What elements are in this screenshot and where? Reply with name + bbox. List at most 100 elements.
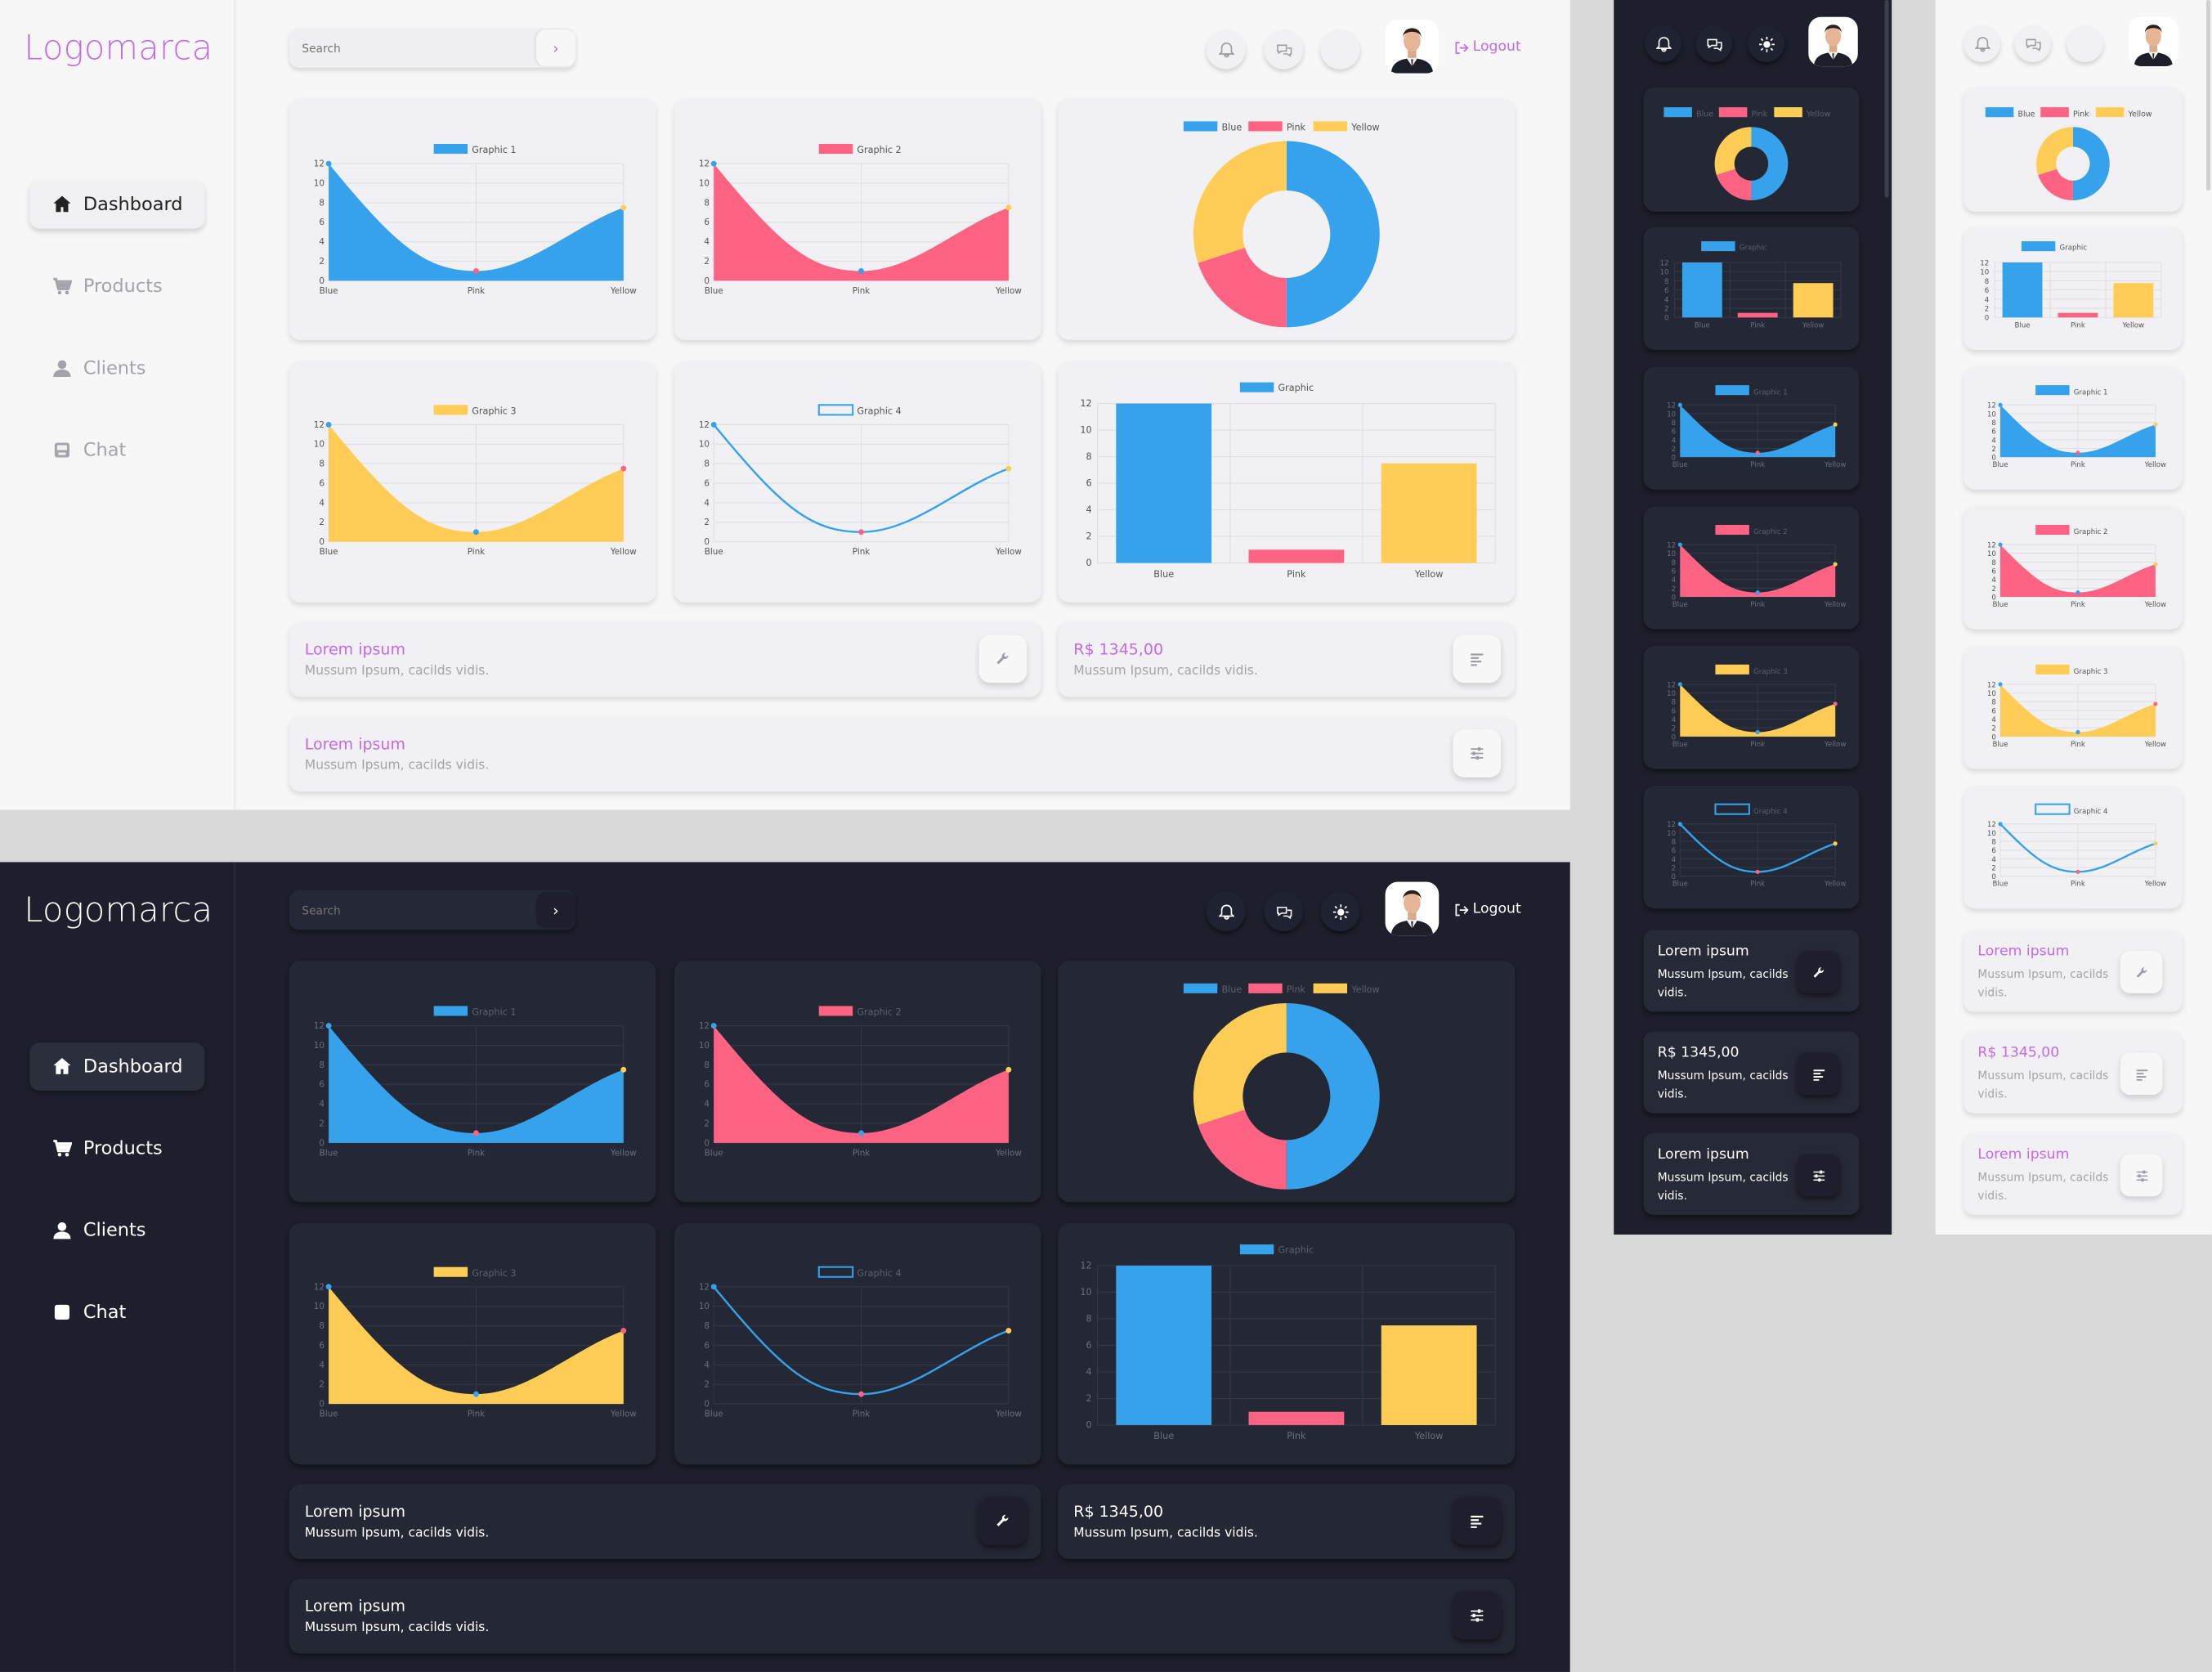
data-point[interactable] (1755, 729, 1760, 735)
data-point[interactable] (1755, 869, 1760, 874)
messages-button[interactable] (1695, 25, 1733, 62)
pie-slice-yellow[interactable] (1193, 141, 1287, 263)
bar-yellow[interactable] (1381, 1325, 1477, 1425)
data-point[interactable] (858, 1130, 864, 1136)
data-point[interactable] (325, 1023, 332, 1029)
legend-swatch[interactable] (818, 144, 853, 155)
legend-swatch[interactable] (2095, 107, 2125, 118)
legend-swatch[interactable] (817, 1266, 854, 1278)
info-card-action-button[interactable] (1453, 729, 1502, 778)
data-point[interactable] (2153, 841, 2158, 846)
legend-swatch[interactable] (1183, 121, 1218, 132)
avatar[interactable] (2129, 16, 2178, 67)
pie-slice-blue[interactable] (1751, 127, 1789, 201)
data-point[interactable] (1677, 822, 1682, 827)
bar-pink[interactable] (1248, 1411, 1345, 1425)
messages-button[interactable] (1264, 891, 1304, 931)
data-point[interactable] (2153, 562, 2158, 567)
info-card-action-button[interactable] (2120, 1154, 2163, 1197)
data-point[interactable] (1833, 422, 1838, 427)
data-point[interactable] (1677, 542, 1682, 547)
sidebar-item-chat[interactable]: Chat (29, 1289, 204, 1337)
bar-pink[interactable] (1737, 312, 1778, 318)
data-point[interactable] (2075, 450, 2080, 455)
bar-yellow[interactable] (1793, 283, 1834, 318)
theme-toggle-button[interactable] (2066, 25, 2104, 62)
legend-swatch[interactable] (1248, 121, 1283, 132)
bar-blue[interactable] (2002, 262, 2043, 318)
bar-yellow[interactable] (2113, 283, 2154, 318)
scrollbar[interactable] (2205, 0, 2211, 191)
sidebar-item-chat[interactable]: Chat (29, 426, 204, 474)
avatar[interactable] (1385, 20, 1440, 74)
data-point[interactable] (2075, 869, 2080, 874)
data-point[interactable] (1998, 402, 2003, 407)
notifications-button[interactable] (1645, 25, 1682, 62)
pie-slice-yellow[interactable] (1193, 1002, 1287, 1126)
legend-swatch[interactable] (2035, 385, 2070, 396)
data-point[interactable] (710, 421, 717, 428)
info-card-action-button[interactable] (1797, 951, 1840, 993)
search-input[interactable] (289, 903, 530, 917)
pie-slice-blue[interactable] (2072, 127, 2110, 201)
avatar[interactable] (1385, 881, 1440, 936)
data-point[interactable] (325, 160, 332, 167)
bar-blue[interactable] (1116, 403, 1212, 563)
legend-swatch[interactable] (2040, 107, 2069, 118)
scrollbar[interactable] (1884, 0, 1889, 198)
logout-link[interactable]: Logout (1454, 902, 1521, 917)
info-card-action-button[interactable] (2120, 951, 2163, 993)
theme-toggle-button[interactable] (1320, 891, 1360, 931)
theme-toggle-button[interactable] (1748, 25, 1785, 62)
legend-swatch[interactable] (433, 1266, 468, 1277)
legend-swatch[interactable] (2021, 241, 2056, 252)
legend-swatch[interactable] (433, 405, 468, 415)
data-point[interactable] (858, 268, 864, 274)
legend-swatch[interactable] (1715, 664, 1749, 675)
data-point[interactable] (710, 1023, 717, 1029)
bar-yellow[interactable] (1381, 463, 1477, 563)
legend-swatch[interactable] (1183, 983, 1218, 993)
legend-swatch[interactable] (2035, 664, 2070, 675)
data-point[interactable] (1833, 562, 1838, 567)
sidebar-item-dashboard[interactable]: Dashboard (29, 1042, 205, 1091)
messages-button[interactable] (2014, 25, 2052, 62)
legend-swatch[interactable] (1663, 107, 1692, 118)
legend-swatch[interactable] (1714, 803, 1750, 815)
info-card-action-button[interactable] (1797, 1154, 1840, 1197)
pie-slice-pink[interactable] (1198, 1109, 1287, 1190)
info-card-action-button[interactable] (1453, 1591, 1502, 1640)
brand-logo[interactable]: Logomarca (24, 890, 213, 930)
brand-logo[interactable]: Logomarca (24, 29, 213, 68)
legend-swatch[interactable] (433, 1006, 468, 1016)
legend-swatch[interactable] (433, 144, 468, 155)
legend-swatch[interactable] (1985, 107, 2014, 118)
bar-pink[interactable] (1248, 549, 1345, 563)
pie-slice-yellow[interactable] (2036, 127, 2073, 176)
data-point[interactable] (710, 160, 717, 167)
sidebar-item-products[interactable]: Products (29, 1124, 204, 1172)
bar-blue[interactable] (1681, 262, 1722, 318)
legend-swatch[interactable] (1715, 385, 1749, 396)
data-point[interactable] (1998, 822, 2003, 827)
data-point[interactable] (1998, 542, 2003, 547)
data-point[interactable] (1005, 465, 1012, 472)
info-card-action-button[interactable] (1797, 1052, 1840, 1096)
pie-slice-pink[interactable] (2038, 168, 2073, 201)
pie-slice-yellow[interactable] (1714, 127, 1752, 176)
data-point[interactable] (1833, 702, 1838, 706)
legend-swatch[interactable] (1239, 1244, 1274, 1255)
data-point[interactable] (858, 529, 864, 536)
bar-blue[interactable] (1116, 1265, 1212, 1425)
legend-swatch[interactable] (1701, 241, 1735, 252)
data-point[interactable] (325, 421, 332, 428)
legend-swatch[interactable] (1313, 121, 1348, 132)
notifications-button[interactable] (1206, 891, 1246, 931)
legend-swatch[interactable] (1774, 107, 1802, 118)
data-point[interactable] (2153, 702, 2158, 706)
info-card-action-button[interactable] (2120, 1052, 2163, 1096)
sidebar-item-clients[interactable]: Clients (29, 1206, 204, 1254)
pie-slice-pink[interactable] (1198, 247, 1287, 328)
data-point[interactable] (325, 1284, 332, 1290)
notifications-button[interactable] (1206, 29, 1246, 69)
